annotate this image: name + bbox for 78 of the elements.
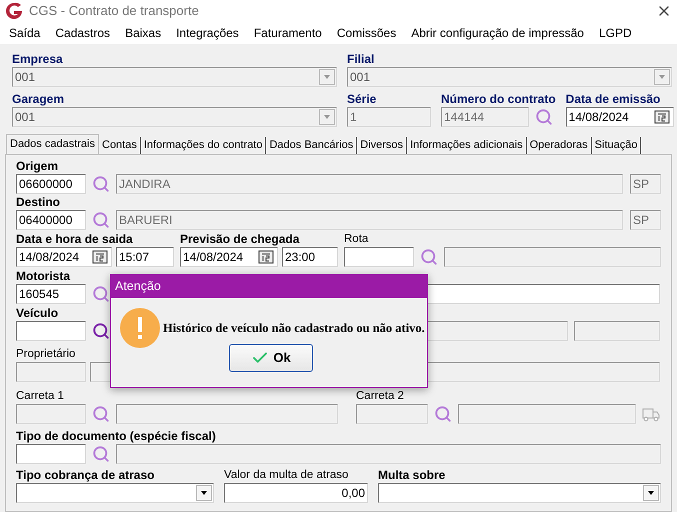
- truck-icon[interactable]: [641, 406, 661, 422]
- search-icon[interactable]: [92, 322, 110, 340]
- route-field[interactable]: [344, 247, 414, 267]
- late-fee-field[interactable]: 0,00: [224, 483, 368, 503]
- vehicle-field[interactable]: [16, 321, 86, 341]
- ok-button[interactable]: Ok: [229, 344, 313, 372]
- owner-field[interactable]: [16, 362, 86, 382]
- field-label: Tipo de documento (espécie fiscal): [16, 428, 216, 444]
- app-logo-icon: [5, 2, 23, 20]
- state-field[interactable]: SP: [630, 210, 661, 230]
- date-field[interactable]: 14/08/2024: [180, 247, 278, 267]
- time-field[interactable]: 15:07: [116, 247, 174, 267]
- trailer-name-field[interactable]: [116, 404, 338, 424]
- trailer-name-field[interactable]: [458, 404, 636, 424]
- zip-code-field[interactable]: 06600000: [16, 174, 86, 194]
- warning-icon: [120, 308, 160, 348]
- menu-item[interactable]: Integrações: [176, 24, 239, 42]
- document-type-field[interactable]: [16, 444, 86, 464]
- menu-item[interactable]: Abrir configuração de impressão: [411, 24, 584, 42]
- field-label: Motorista: [16, 268, 70, 284]
- company-dropdown[interactable]: 001: [12, 67, 337, 87]
- state-field[interactable]: SP: [630, 174, 661, 194]
- trailer-field[interactable]: [16, 404, 86, 424]
- tab[interactable]: Situação: [592, 137, 642, 154]
- trailer-field[interactable]: [356, 404, 428, 424]
- window-title: CGS - Contrato de transporte: [29, 2, 199, 20]
- field-label: Tipo cobrança de atraso: [16, 467, 154, 483]
- field-label: Rota: [344, 232, 368, 247]
- garage-dropdown[interactable]: 001: [12, 107, 337, 127]
- menu-item[interactable]: Comissões: [336, 24, 396, 42]
- city-field[interactable]: JANDIRA: [116, 174, 623, 194]
- field-label: Número do contrato: [441, 91, 556, 107]
- menu-item[interactable]: Faturamento: [254, 24, 322, 42]
- date-field[interactable]: 14/08/2024: [16, 247, 112, 267]
- vehicle-extra-field[interactable]: [574, 321, 660, 341]
- field-label: Veículo: [16, 305, 58, 321]
- city-field[interactable]: BARUERI: [116, 210, 623, 230]
- menu-item[interactable]: LGPD: [598, 24, 632, 42]
- branch-dropdown[interactable]: 001: [347, 67, 672, 87]
- menu-item[interactable]: Cadastros: [55, 24, 110, 42]
- field-label: Proprietário: [16, 347, 76, 362]
- field-label: Carreta 1: [16, 389, 64, 404]
- field-label: Garagem: [12, 91, 64, 107]
- late-charge-dropdown[interactable]: [16, 483, 214, 503]
- field-label: Origem: [16, 158, 58, 174]
- series-field[interactable]: 1: [347, 107, 431, 127]
- field-label: Multa sobre: [378, 467, 446, 483]
- field-label: Filial: [347, 51, 374, 67]
- zip-code-field[interactable]: 06400000: [16, 210, 86, 230]
- driver-field[interactable]: 160545: [16, 284, 86, 304]
- document-type-name-field[interactable]: [116, 444, 661, 464]
- field-label: Data e hora de saida: [16, 231, 133, 247]
- tab[interactable]: Dados cadastrais: [6, 134, 99, 154]
- calendar-icon[interactable]: [258, 250, 274, 264]
- field-label: Carreta 2: [356, 389, 404, 404]
- field-label: Série: [347, 91, 376, 107]
- dialog-message: Histórico de veículo não cadastrado ou não ativo.: [163, 320, 425, 337]
- tab[interactable]: Contas: [99, 137, 141, 154]
- dialog-title: Atenção: [115, 278, 161, 296]
- field-label: Empresa: [12, 51, 63, 67]
- route-name-field[interactable]: [444, 247, 661, 267]
- tab[interactable]: Diversos: [357, 137, 408, 154]
- tab[interactable]: Dados Bancários: [266, 137, 358, 154]
- field-label: Previsão de chegada: [180, 231, 300, 247]
- field-label: Valor da multa de atraso: [224, 468, 348, 483]
- fine-basis-dropdown[interactable]: [378, 483, 661, 503]
- date-field[interactable]: 14/08/2024: [566, 107, 674, 127]
- tab[interactable]: Informações do contrato: [140, 137, 266, 154]
- contract-number-field[interactable]: 144144: [441, 107, 529, 127]
- tab[interactable]: Operadoras: [526, 137, 592, 154]
- menu-item[interactable]: Baixas: [125, 24, 162, 42]
- field-label: Destino: [16, 194, 60, 210]
- time-field[interactable]: 23:00: [282, 247, 338, 267]
- field-label: Data de emissão: [566, 91, 660, 107]
- calendar-icon[interactable]: [654, 110, 670, 124]
- menu-item[interactable]: Saída: [9, 24, 40, 42]
- calendar-icon[interactable]: [92, 250, 108, 264]
- tab[interactable]: Informações adicionais: [407, 137, 527, 154]
